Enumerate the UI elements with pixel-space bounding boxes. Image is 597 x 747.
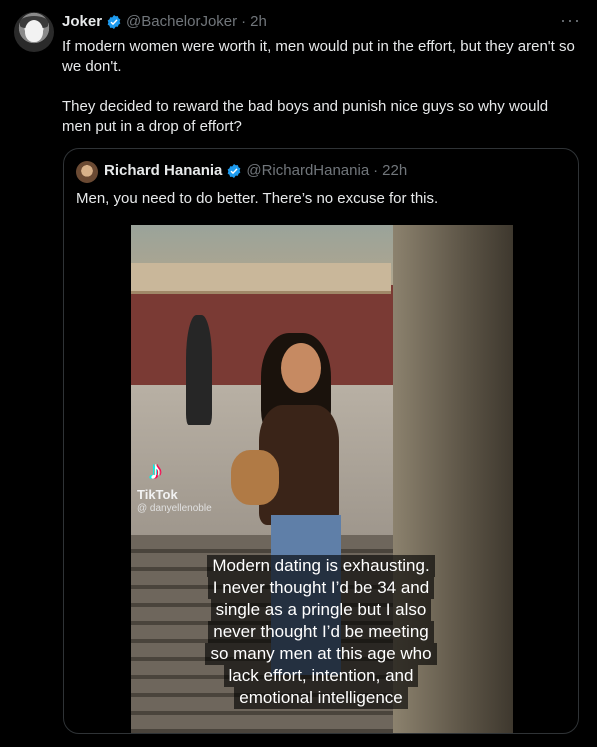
author-name[interactable]: Joker — [62, 13, 102, 30]
quoted-author-handle[interactable]: @RichardHanania — [246, 162, 369, 179]
caption-line: Modern dating is exhausting. — [207, 555, 435, 577]
quoted-author-name[interactable]: Richard Hanania — [104, 162, 222, 179]
tweet-header: Joker @BachelorJoker · 2h — [62, 13, 267, 30]
verified-badge-icon — [228, 163, 241, 178]
tweet-paragraph-1: If modern women were worth it, men would… — [62, 38, 575, 75]
tweet-paragraph-2: They decided to reward the bad boys and … — [62, 98, 549, 135]
tiktok-watermark: TikTok — [137, 487, 178, 502]
quoted-tweet[interactable]: Richard Hanania @RichardHanania · 22h Me… — [63, 148, 579, 734]
quoted-tweet-time[interactable]: 22h — [382, 162, 407, 179]
video-woman-face — [281, 343, 321, 393]
caption-line: never thought I’d be meeting — [208, 621, 434, 643]
tweet-time[interactable]: 2h — [250, 13, 267, 30]
caption-line: emotional intelligence — [234, 687, 408, 709]
caption-line: so many men at this age who — [205, 643, 437, 665]
quoted-author-avatar[interactable] — [76, 161, 98, 183]
video-woman-bag — [231, 450, 279, 505]
author-handle[interactable]: @BachelorJoker — [126, 13, 237, 30]
tweet-text: If modern women were worth it, men would… — [62, 37, 577, 137]
caption-line: lack effort, intention, and — [223, 665, 419, 687]
avatar-face — [25, 20, 43, 42]
author-avatar[interactable] — [14, 12, 54, 52]
video-caption: Modern dating is exhausting. I never tho… — [171, 555, 471, 709]
video-player[interactable]: ♪ TikTok @ danyellenoble Modern dating i… — [131, 225, 513, 733]
quoted-tweet-header: Richard Hanania @RichardHanania · 22h — [104, 162, 407, 179]
separator-dot: · — [241, 13, 247, 30]
more-icon[interactable]: ··· — [560, 10, 581, 31]
tiktok-logo-icon: ♪ — [149, 455, 162, 485]
caption-line: I never thought I’d be 34 and — [207, 577, 435, 599]
separator-dot: · — [373, 162, 379, 179]
quoted-tweet-text: Men, you need to do better. There’s no e… — [76, 190, 439, 207]
video-background-person — [186, 315, 212, 425]
verified-badge-icon — [107, 14, 121, 29]
caption-line: single as a pringle but I also — [210, 599, 432, 621]
video-scene-balustrade — [131, 263, 391, 294]
tiktok-username: @ danyellenoble — [137, 503, 212, 514]
